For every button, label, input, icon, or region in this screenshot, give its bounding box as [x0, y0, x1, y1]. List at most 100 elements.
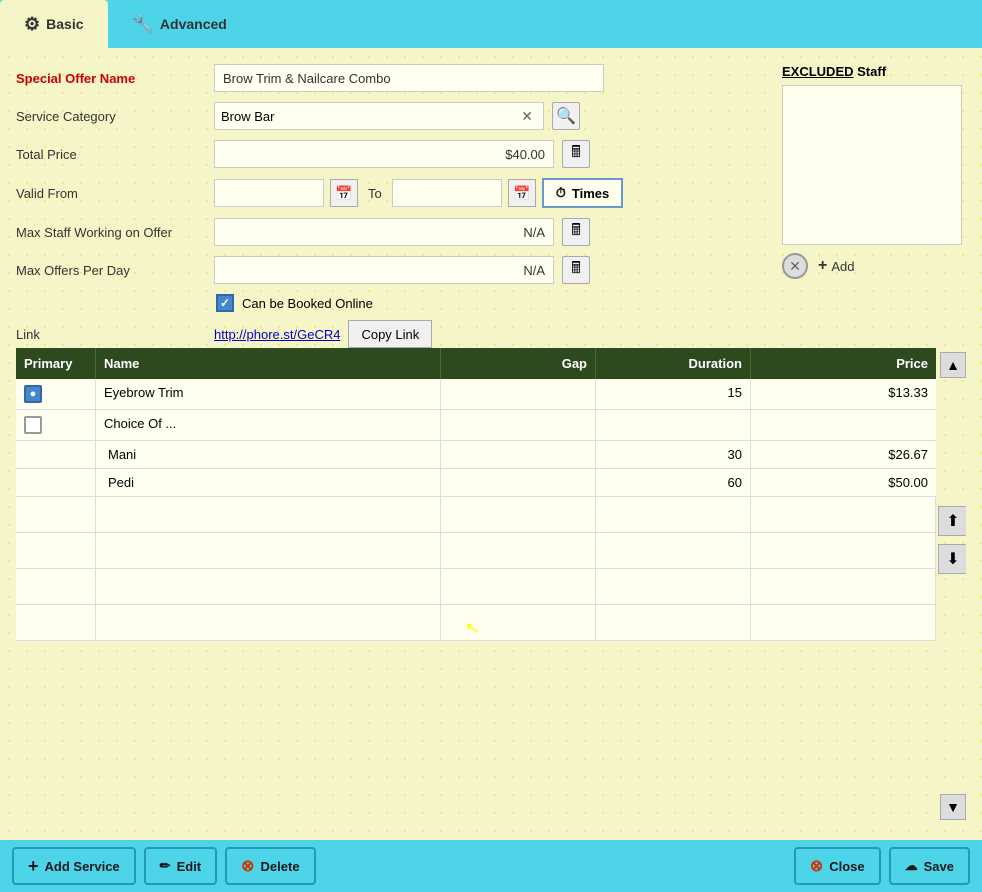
table-header: Primary Name Gap Duration Price	[16, 348, 936, 379]
close-label: Close	[829, 859, 864, 874]
mani-gap	[441, 441, 596, 468]
move-up-button[interactable]: ▲	[940, 352, 966, 378]
pedi-price: $50.00	[751, 469, 936, 496]
er1-gap	[441, 497, 596, 532]
book-online-row: ✓ Can be Booked Online	[216, 294, 766, 312]
mani-primary	[16, 441, 96, 468]
pedi-row[interactable]: Pedi 60 $50.00	[16, 469, 936, 496]
excluded-controls: ✕ + Add	[782, 253, 966, 279]
tab-advanced-label: Advanced	[160, 16, 227, 32]
col-header-price: Price	[751, 348, 936, 379]
tab-advanced[interactable]: 🔧 Advanced	[108, 0, 251, 48]
mani-price: $26.67	[751, 441, 936, 468]
times-button[interactable]: ⏱ Times	[542, 178, 623, 208]
er2-name	[96, 533, 441, 568]
delete-button[interactable]: ⊗ Delete	[225, 847, 315, 885]
calculator-icon-price[interactable]: 🖩	[562, 140, 590, 168]
row2-primary[interactable]	[16, 410, 96, 440]
main-container: ⚙ Basic 🔧 Advanced Special Offer Name	[0, 0, 982, 892]
tab-basic-label: Basic	[46, 16, 83, 32]
radio-dot: ●	[30, 388, 37, 400]
pedi-name: Pedi	[96, 469, 441, 496]
er4-name	[96, 605, 441, 640]
er1-price	[751, 497, 936, 532]
book-online-checkbox[interactable]: ✓	[216, 294, 234, 312]
date-range-controls: 📅 To 📅 ⏱ Times	[214, 178, 623, 208]
link-label: Link	[16, 327, 206, 342]
add-excluded-button[interactable]: + Add	[818, 257, 854, 275]
services-table-section: Primary Name Gap Duration Price ●	[16, 348, 966, 824]
primary-radio-empty[interactable]	[24, 416, 42, 434]
checkbox-checkmark: ✓	[220, 296, 230, 310]
total-price-input[interactable]	[214, 140, 554, 168]
plus-icon-add: +	[28, 856, 39, 877]
save-button[interactable]: ☁ Save	[889, 847, 970, 885]
link-row: Link http://phore.st/GeCR4 Copy Link	[16, 320, 766, 348]
move-top-button[interactable]: ⬆	[938, 506, 966, 536]
mani-row[interactable]: Mani 30 $26.67	[16, 441, 936, 469]
er4-gap	[441, 605, 596, 640]
link-url[interactable]: http://phore.st/GeCR4	[214, 327, 340, 342]
er1-duration	[596, 497, 751, 532]
close-button[interactable]: ⊗ Close	[794, 847, 881, 885]
pedi-primary	[16, 469, 96, 496]
search-icon-btn[interactable]: 🔍	[552, 102, 580, 130]
service-category-value: Brow Bar	[221, 109, 521, 124]
service-category-container[interactable]: Brow Bar ✕	[214, 102, 544, 130]
choice-header-row: Choice Of ...	[16, 410, 936, 441]
table-body: ● Eyebrow Trim 15 $13.33	[16, 379, 936, 824]
delete-label: Delete	[261, 859, 300, 874]
row1-primary[interactable]: ●	[16, 379, 96, 409]
special-offer-name-input[interactable]	[214, 64, 604, 92]
add-service-button[interactable]: + Add Service	[12, 847, 136, 885]
er1-name	[96, 497, 441, 532]
er3-price	[751, 569, 936, 604]
tab-basic[interactable]: ⚙ Basic	[0, 0, 108, 48]
valid-from-row: Valid From 📅 To 📅 ⏱ Times	[16, 178, 766, 208]
calendar-to-icon[interactable]: 📅	[508, 179, 536, 207]
service-category-label: Service Category	[16, 109, 206, 124]
edit-button[interactable]: ✏ Edit	[144, 847, 217, 885]
basic-icon: ⚙	[24, 14, 40, 35]
max-offers-row: Max Offers Per Day 🖩	[16, 256, 766, 284]
max-offers-label: Max Offers Per Day	[16, 263, 206, 278]
form-and-excluded: Special Offer Name Service Category Brow…	[16, 64, 966, 348]
table-row[interactable]: Choice Of ... Mani 30 $26.67	[16, 410, 936, 497]
er3-duration	[596, 569, 751, 604]
calculator-icon-staff[interactable]: 🖩	[562, 218, 590, 246]
form-section: Special Offer Name Service Category Brow…	[16, 64, 766, 284]
copy-link-button[interactable]: Copy Link	[348, 320, 432, 348]
er3-primary	[16, 569, 96, 604]
calculator-icon-offers[interactable]: 🖩	[562, 256, 590, 284]
max-staff-label: Max Staff Working on Offer	[16, 225, 206, 240]
scroll-down-button[interactable]: ▼	[940, 794, 966, 820]
max-offers-input[interactable]	[214, 256, 554, 284]
form-left: Special Offer Name Service Category Brow…	[16, 64, 766, 348]
row2-name: Choice Of ...	[96, 410, 441, 440]
primary-radio-selected[interactable]: ●	[24, 385, 42, 403]
er2-price	[751, 533, 936, 568]
edit-label: Edit	[177, 859, 202, 874]
remove-excluded-button[interactable]: ✕	[782, 253, 808, 279]
row1-duration: 15	[596, 379, 751, 409]
close-circle-icon: ⊗	[810, 856, 823, 876]
er3-gap	[441, 569, 596, 604]
er4-duration	[596, 605, 751, 640]
calendar-from-icon[interactable]: 📅	[330, 179, 358, 207]
add-service-label: Add Service	[45, 859, 120, 874]
valid-from-input[interactable]	[214, 179, 324, 207]
total-price-label: Total Price	[16, 147, 206, 162]
er1-primary	[16, 497, 96, 532]
max-staff-input[interactable]	[214, 218, 554, 246]
table-row[interactable]: ● Eyebrow Trim 15 $13.33	[16, 379, 936, 410]
max-staff-row: Max Staff Working on Offer 🖩	[16, 218, 766, 246]
row1-price: $13.33	[751, 379, 936, 409]
category-clear-icon[interactable]: ✕	[521, 108, 533, 125]
er2-primary	[16, 533, 96, 568]
col-header-name: Name	[96, 348, 441, 379]
special-offer-name-row: Special Offer Name	[16, 64, 766, 92]
move-bottom-button[interactable]: ⬇	[938, 544, 966, 574]
bottom-right-buttons: ⊗ Close ☁ Save	[794, 847, 970, 885]
er4-price	[751, 605, 936, 640]
valid-to-input[interactable]	[392, 179, 502, 207]
